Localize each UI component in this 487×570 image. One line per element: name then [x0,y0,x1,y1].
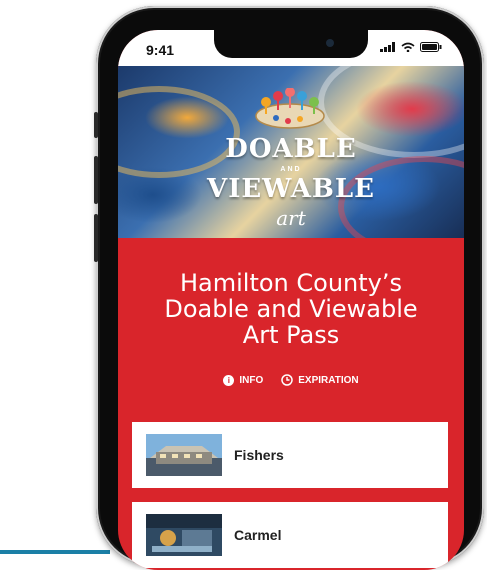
wifi-icon [401,42,415,52]
status-time: 9:41 [146,42,175,58]
camera-icon [326,39,334,47]
phone-screen: 9:41 DOABLE AND VIEWABLE art Hamilton Co… [118,30,464,570]
location-card-label: Carmel [234,527,282,543]
page-title-line: Art Pass [242,321,340,349]
signal-icon [380,42,395,52]
location-card-label: Fishers [234,447,284,463]
phone-notch [214,30,368,58]
info-link[interactable]: i INFO [223,374,263,386]
expiration-link[interactable]: EXPIRATION [281,374,359,386]
page-title: Hamilton County’s Doable and Viewable Ar… [138,270,444,348]
paint-palette-logo-icon [255,88,325,129]
page-title-line: Doable and Viewable [164,295,418,323]
status-bar: 9:41 [118,30,464,66]
phone-mute-switch [94,112,98,138]
phone-volume-down-button [94,214,98,262]
location-card-carmel[interactable]: Carmel [132,502,448,568]
hero-title-viewable: VIEWABLE [207,174,375,204]
carmel-thumbnail-image [146,514,222,556]
bottom-accent-bar [0,550,110,554]
hero-title-art: art [276,206,306,230]
hero-banner-image: DOABLE AND VIEWABLE art [118,66,464,238]
status-icons [380,42,442,52]
info-link-label: INFO [239,374,264,386]
clock-icon [281,374,293,386]
info-icon: i [223,374,235,386]
expiration-link-label: EXPIRATION [298,374,359,386]
hero-title-doable: DOABLE [225,134,357,164]
battery-icon [420,42,442,52]
info-links: i INFO EXPIRATION [118,374,464,386]
page-background-strip [0,0,6,554]
phone-volume-up-button [94,156,98,204]
location-card-fishers[interactable]: Fishers [132,422,448,488]
hero-title-connector: AND [280,166,302,173]
fishers-thumbnail-image [146,434,222,476]
mural-swirl-decoration [118,86,240,178]
page-title-line: Hamilton County’s [179,269,402,297]
